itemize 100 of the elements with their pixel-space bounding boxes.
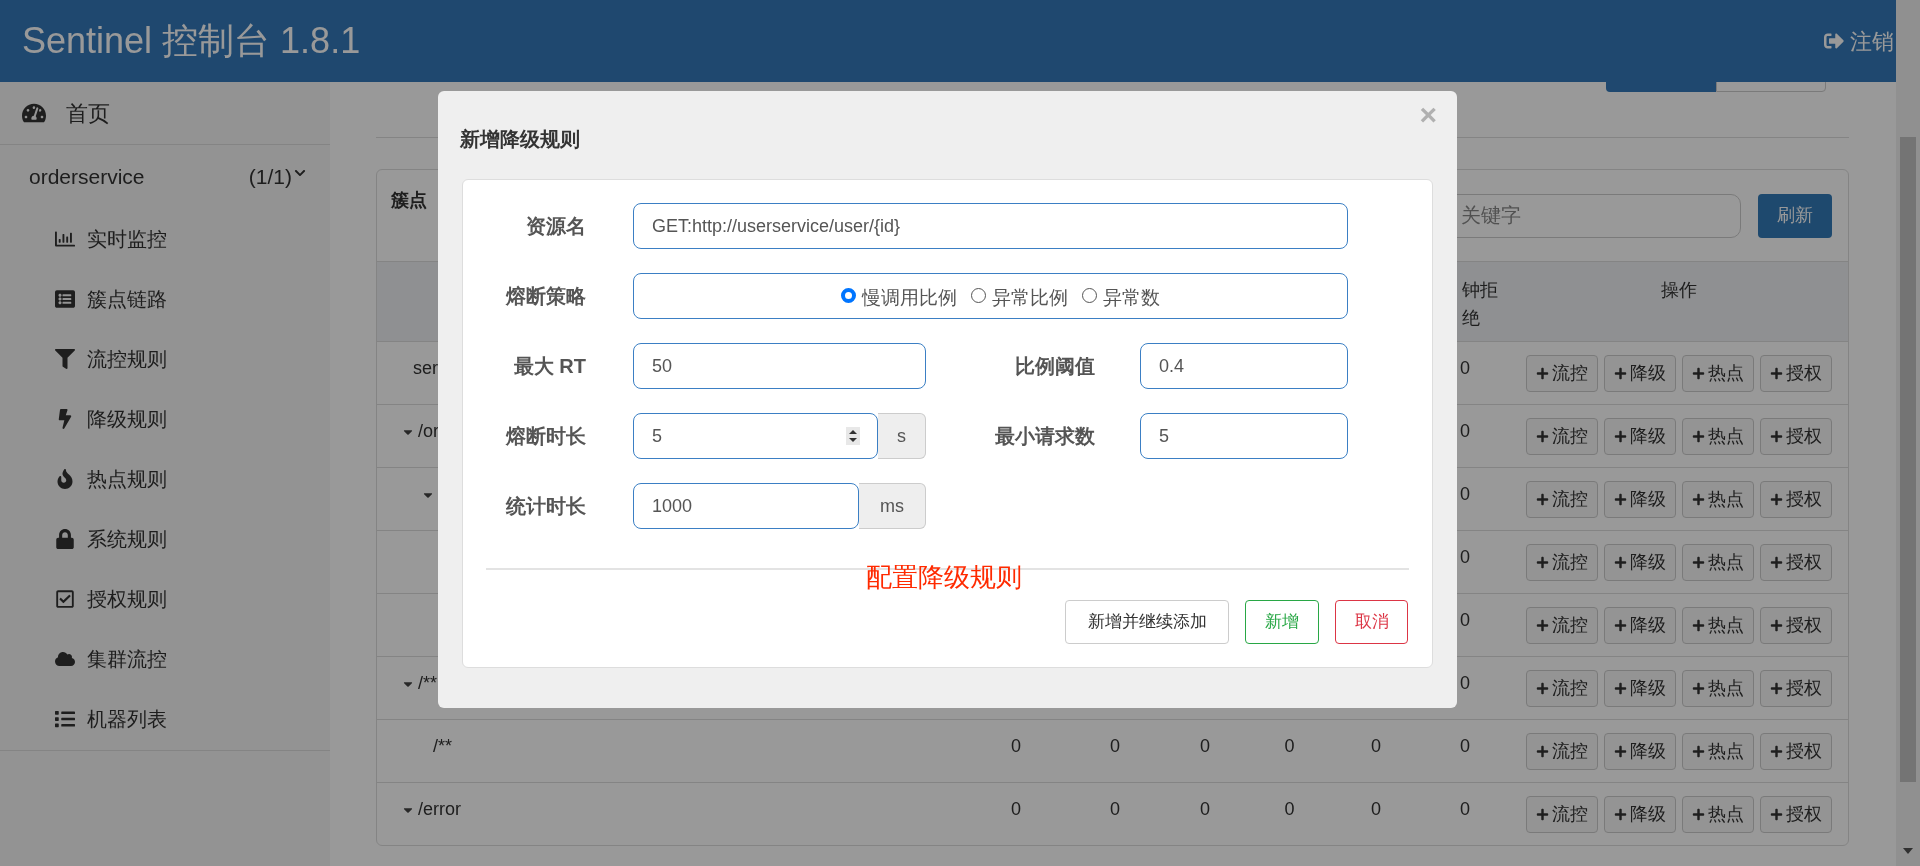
unit-label: ms: [859, 483, 926, 529]
list-icon: [55, 289, 75, 309]
list-icon: [55, 709, 75, 729]
input-field[interactable]: 1000: [633, 483, 859, 529]
add-rule-button[interactable]: 降级: [1604, 543, 1676, 581]
plus-icon: [1692, 681, 1705, 695]
menu-item[interactable]: 热点规则: [0, 449, 330, 509]
table-cell-text: 0: [1284, 735, 1295, 758]
add-rule-button[interactable]: 授权: [1760, 480, 1832, 518]
add-rule-button[interactable]: 降级: [1604, 417, 1676, 455]
plus-icon: [1614, 618, 1627, 632]
plus-icon: [1536, 366, 1549, 380]
add-rule-button[interactable]: 降级: [1604, 732, 1676, 770]
table-cell-text: 0: [1371, 735, 1381, 758]
input-field[interactable]: 5: [1140, 413, 1348, 459]
scrollbar[interactable]: [1896, 0, 1920, 866]
plus-icon: [1614, 807, 1627, 821]
add-rule-button[interactable]: 热点: [1682, 606, 1754, 644]
plus-icon: [1770, 492, 1783, 506]
app-menu-item[interactable]: orderservice (1/1): [0, 145, 330, 209]
radio-option[interactable]: 慢调用比例: [841, 283, 957, 313]
menu-item[interactable]: 流控规则: [0, 329, 330, 389]
plus-icon: [1692, 744, 1705, 758]
plus-icon: [1614, 555, 1627, 569]
input-field[interactable]: 5: [633, 413, 878, 459]
table-cell-text: 0: [1284, 798, 1295, 821]
input-field[interactable]: 0.4: [1140, 343, 1348, 389]
add-rule-button[interactable]: 授权: [1760, 795, 1832, 833]
add-rule-button[interactable]: 热点: [1682, 354, 1754, 392]
add-rule-button[interactable]: 流控: [1526, 606, 1598, 644]
field-label: 比例阈值: [1015, 354, 1095, 379]
add-rule-button[interactable]: 授权: [1760, 669, 1832, 707]
add-rule-button[interactable]: 热点: [1682, 417, 1754, 455]
plus-icon: [1692, 618, 1705, 632]
field-label: 熔断策略: [506, 284, 586, 309]
plus-icon: [1770, 807, 1783, 821]
menu-item[interactable]: 簇点链路: [0, 269, 330, 329]
radio-option[interactable]: 异常数: [1082, 283, 1160, 313]
add-rule-button[interactable]: 流控: [1526, 732, 1598, 770]
menu-item[interactable]: 授权规则: [0, 569, 330, 629]
input-field[interactable]: 50: [633, 343, 926, 389]
menu-item[interactable]: 机器列表: [0, 689, 330, 749]
add-rule-button[interactable]: 流控: [1526, 795, 1598, 833]
plus-icon: [1614, 744, 1627, 758]
table-cell-text: 0: [1110, 735, 1120, 758]
radio-option[interactable]: 异常比例: [971, 283, 1068, 313]
add-rule-button[interactable]: 降级: [1604, 606, 1676, 644]
add-rule-button[interactable]: 热点: [1682, 543, 1754, 581]
plus-icon: [1614, 366, 1627, 380]
menu-item[interactable]: 系统规则: [0, 509, 330, 569]
menu-item[interactable]: 集群流控: [0, 629, 330, 689]
add-rule-button[interactable]: 降级: [1604, 795, 1676, 833]
add-rule-button[interactable]: 授权: [1760, 606, 1832, 644]
plus-icon: [1614, 492, 1627, 506]
table-cell-text: 0: [1460, 609, 1470, 632]
add-rule-button[interactable]: 授权: [1760, 354, 1832, 392]
home-link[interactable]: 首页: [0, 82, 330, 145]
logout-icon: [1824, 31, 1844, 51]
scroll-down-icon[interactable]: [1903, 848, 1913, 854]
add-rule-button[interactable]: 降级: [1604, 354, 1676, 392]
refresh-button[interactable]: 刷新: [1758, 193, 1832, 238]
field-label: 熔断时长: [506, 424, 586, 449]
add-rule-button[interactable]: 流控: [1526, 669, 1598, 707]
add-rule-button[interactable]: 流控: [1526, 354, 1598, 392]
app-title: Sentinel 控制台 1.8.1: [22, 19, 361, 63]
add-rule-button[interactable]: 授权: [1760, 417, 1832, 455]
add-rule-button[interactable]: 授权: [1760, 543, 1832, 581]
resource-name: /or: [418, 420, 439, 443]
spinner-icon[interactable]: [846, 427, 860, 445]
dialog-button[interactable]: 新增并继续添加: [1065, 600, 1229, 644]
menu-item[interactable]: 实时监控: [0, 209, 330, 269]
add-rule-button[interactable]: 授权: [1760, 732, 1832, 770]
add-rule-button[interactable]: 热点: [1682, 732, 1754, 770]
plus-icon: [1692, 366, 1705, 380]
input-field[interactable]: GET:http://userservice/user/{id}: [633, 203, 1348, 249]
table-cell-text: 0: [1460, 672, 1470, 695]
field-label: 最小请求数: [995, 424, 1095, 449]
dialog-button[interactable]: 取消: [1335, 600, 1408, 644]
add-rule-button[interactable]: 热点: [1682, 480, 1754, 518]
column-header: 钟拒绝: [1462, 279, 1499, 330]
dialog-button[interactable]: 新增: [1245, 600, 1319, 644]
plus-icon: [1536, 555, 1549, 569]
logout-link[interactable]: 注销: [1824, 24, 1894, 58]
plus-icon: [1770, 555, 1783, 569]
add-rule-button[interactable]: 流控: [1526, 417, 1598, 455]
scrollbar-thumb[interactable]: [1900, 137, 1916, 782]
plus-icon: [1536, 681, 1549, 695]
table-cell-text: 0: [1460, 735, 1470, 758]
add-rule-button[interactable]: 流控: [1526, 480, 1598, 518]
dialog-title: 新增降级规则: [460, 127, 580, 152]
add-rule-button[interactable]: 热点: [1682, 795, 1754, 833]
add-rule-button[interactable]: 流控: [1526, 543, 1598, 581]
table-cell-text: 0: [1460, 546, 1470, 569]
add-rule-button[interactable]: 热点: [1682, 669, 1754, 707]
table-cell-text: 0: [1460, 483, 1470, 506]
add-rule-button[interactable]: 降级: [1604, 669, 1676, 707]
plus-icon: [1770, 429, 1783, 443]
annotation-text: 配置降级规则: [865, 561, 1022, 593]
menu-item[interactable]: 降级规则: [0, 389, 330, 449]
add-rule-button[interactable]: 降级: [1604, 480, 1676, 518]
